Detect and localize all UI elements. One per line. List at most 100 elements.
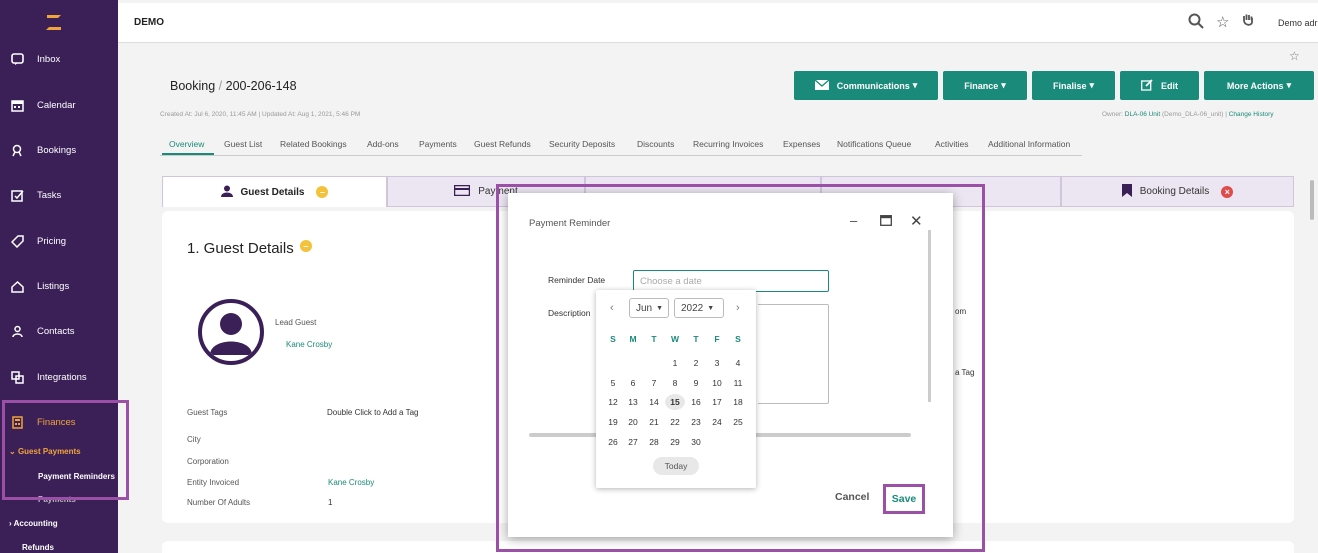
booking-tabs: Overview Guest List Related Bookings Add… (160, 136, 1082, 156)
calendar-day[interactable]: 28 (644, 437, 664, 447)
guest-tags-label: Guest Tags (187, 408, 228, 417)
favorite-star-icon[interactable]: ☆ (1289, 49, 1300, 63)
home-icon (10, 279, 24, 293)
calendar-day[interactable]: 1 (665, 358, 685, 368)
corporation-label: Corporation (187, 457, 229, 466)
tab-guest-list[interactable]: Guest List (224, 139, 262, 149)
calendar-day[interactable]: 27 (623, 437, 643, 447)
calendar-day[interactable]: 13 (623, 397, 643, 407)
sidebar-item-inbox[interactable]: Inbox (0, 44, 118, 74)
calendar-day[interactable]: 23 (686, 417, 706, 427)
step-label: Booking Details (1139, 186, 1210, 197)
sidebar-item-bookings[interactable]: Bookings (0, 135, 118, 165)
change-history-link[interactable]: Change History (1229, 111, 1274, 118)
tab-activities[interactable]: Activities (935, 139, 969, 149)
sidebar-sub-accounting[interactable]: › Accounting (9, 519, 58, 528)
guest-tags-value[interactable]: Double Click to Add a Tag (327, 408, 418, 417)
calendar-day[interactable]: 25 (728, 417, 748, 427)
calendar-day[interactable]: 21 (644, 417, 664, 427)
calendar-day[interactable]: 4 (728, 358, 748, 368)
weekday-header: T (651, 334, 657, 344)
calendar-day[interactable]: 29 (665, 437, 685, 447)
tab-related-bookings[interactable]: Related Bookings (280, 139, 347, 149)
calendar-day[interactable]: 6 (623, 378, 643, 388)
weekday-header: F (714, 334, 720, 344)
credit-card-icon (454, 184, 471, 199)
calendar-day[interactable]: 17 (707, 397, 727, 407)
page-scrollbar[interactable] (1310, 180, 1314, 220)
booking-title-prefix: Booking (170, 79, 216, 93)
lead-guest-link[interactable]: Kane Crosby (286, 340, 332, 349)
calendar-day[interactable]: 3 (707, 358, 727, 368)
sidebar-sub-refunds[interactable]: Refunds (22, 543, 54, 552)
tab-overview[interactable]: Overview (169, 139, 204, 149)
calendar-day[interactable]: 19 (603, 417, 623, 427)
button-label: Communications (836, 80, 910, 91)
calendar-day-today[interactable]: 15 (665, 394, 685, 411)
sidebar-item-tasks[interactable]: Tasks (0, 180, 118, 210)
hand-icon[interactable] (1242, 13, 1254, 31)
booking-timestamps: Created At: Jul 6, 2020, 11:45 AM | Upda… (160, 111, 361, 118)
calendar-day[interactable]: 10 (707, 378, 727, 388)
step-booking-details[interactable]: Booking Details × (1061, 176, 1294, 207)
sidebar-item-label: Integrations (37, 371, 87, 383)
tab-security-deposits[interactable]: Security Deposits (549, 139, 615, 149)
calendar-day[interactable]: 7 (644, 378, 664, 388)
weekday-header: W (670, 334, 680, 344)
finance-button[interactable]: Finance ▾ (943, 71, 1027, 100)
sidebar-item-listings[interactable]: Listings (0, 271, 118, 301)
calendar-day[interactable]: 5 (603, 378, 623, 388)
tab-additional-information[interactable]: Additional Information (988, 139, 1070, 149)
sidebar-item-contacts[interactable]: Contacts (0, 316, 118, 346)
calendar-day[interactable]: 16 (686, 397, 706, 407)
sidebar-item-label: Contacts (37, 325, 75, 337)
tab-expenses[interactable]: Expenses (783, 139, 820, 149)
calendar-day[interactable]: 26 (603, 437, 623, 447)
calendar-day[interactable]: 30 (686, 437, 706, 447)
finalise-button[interactable]: Finalise ▾ (1032, 71, 1115, 100)
step-guest-details[interactable]: Guest Details – (162, 176, 387, 207)
tab-discounts[interactable]: Discounts (637, 139, 674, 149)
edit-button[interactable]: Edit (1120, 71, 1199, 100)
year-select[interactable]: 2022 ▼ (674, 298, 724, 318)
calendar-icon (10, 98, 24, 112)
calendar-day[interactable]: 2 (686, 358, 706, 368)
next-month-icon[interactable]: › (736, 302, 740, 314)
inbox-icon (10, 52, 24, 66)
owner-label: Owner: (1102, 111, 1123, 118)
calendar-day[interactable]: 22 (665, 417, 685, 427)
year-value: 2022 (681, 302, 704, 314)
sidebar-item-calendar[interactable]: Calendar (0, 90, 118, 120)
bookmark-icon (1121, 183, 1132, 200)
user-name[interactable]: Demo adr (1278, 18, 1318, 28)
sidebar-item-pricing[interactable]: Pricing (0, 226, 118, 256)
adults-value: 1 (328, 498, 333, 507)
tab-notifications-queue[interactable]: Notifications Queue (837, 139, 911, 149)
calendar-day[interactable]: 12 (603, 397, 623, 407)
app-logo-icon[interactable] (44, 12, 64, 32)
calendar-day[interactable]: 11 (728, 378, 748, 388)
star-icon[interactable]: ☆ (1216, 13, 1229, 31)
prev-month-icon[interactable]: ‹ (610, 302, 614, 314)
pending-icon: – (316, 186, 329, 198)
step-label: Guest Details (240, 186, 305, 198)
calendar-day[interactable]: 18 (728, 397, 748, 407)
chevron-right-icon: › (9, 519, 12, 528)
tab-guest-refunds[interactable]: Guest Refunds (474, 139, 531, 149)
today-button[interactable]: Today (653, 457, 699, 475)
communications-button[interactable]: Communications ▾ (794, 71, 938, 100)
tab-payments[interactable]: Payments (419, 139, 457, 149)
calendar-day[interactable]: 9 (686, 378, 706, 388)
tab-recurring-invoices[interactable]: Recurring Invoices (693, 139, 763, 149)
entity-invoiced-link[interactable]: Kane Crosby (328, 478, 374, 487)
month-select[interactable]: Jun ▼ (629, 298, 669, 318)
calendar-day[interactable]: 8 (665, 378, 685, 388)
search-icon[interactable] (1188, 13, 1204, 33)
more-actions-button[interactable]: More Actions ▾ (1204, 71, 1314, 100)
sidebar-item-integrations[interactable]: Integrations (0, 362, 118, 392)
tab-add-ons[interactable]: Add-ons (367, 139, 399, 149)
calendar-day[interactable]: 20 (623, 417, 643, 427)
calendar-day[interactable]: 14 (644, 397, 664, 407)
owner-unit-link[interactable]: DLA-06 Unit (1125, 111, 1160, 118)
calendar-day[interactable]: 24 (707, 417, 727, 427)
